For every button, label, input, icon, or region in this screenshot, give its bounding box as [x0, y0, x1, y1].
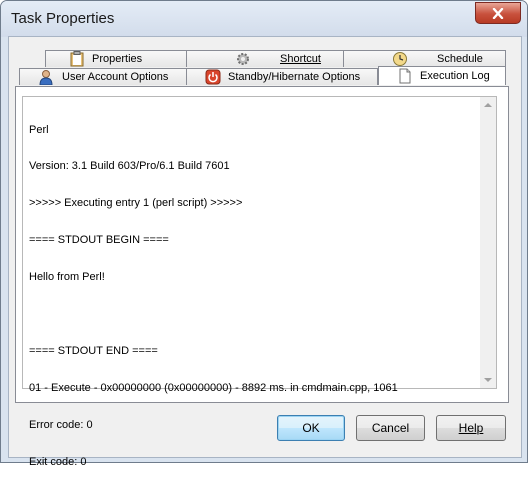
tab-label: User Account Options	[62, 71, 169, 83]
log-line: Exit code: 0	[29, 455, 87, 468]
scroll-up-arrow-icon[interactable]	[484, 103, 492, 107]
scroll-down-arrow-icon[interactable]	[484, 378, 492, 382]
log-line: >>>>> Executing entry 1 (perl script) >>…	[29, 197, 243, 210]
log-line: ==== STDOUT BEGIN ====	[29, 234, 169, 247]
tab-label: Shortcut	[280, 53, 321, 65]
log-line: ==== STDOUT END ====	[29, 344, 158, 357]
tab-shortcut[interactable]: Shortcut	[186, 50, 344, 67]
gear-icon	[237, 53, 249, 65]
clock-icon	[393, 52, 407, 66]
title-bar[interactable]: Task Properties	[1, 1, 527, 37]
tab-properties[interactable]: Properties	[45, 50, 187, 67]
tab-schedule[interactable]: Schedule	[343, 50, 506, 67]
log-line: Hello from Perl!	[29, 271, 105, 284]
window-title: Task Properties	[11, 10, 115, 27]
document-icon	[399, 68, 411, 84]
tab-label: Execution Log	[420, 70, 490, 82]
tab-standby-hibernate-options[interactable]: Standby/Hibernate Options	[186, 68, 378, 85]
log-line: Version: 3.1 Build 603/Pro/6.1 Build 760…	[29, 160, 230, 173]
close-button[interactable]	[475, 2, 521, 24]
tab-label: Properties	[92, 53, 143, 65]
tab-label: Standby/Hibernate Options	[228, 71, 361, 83]
help-button[interactable]: Help	[436, 415, 506, 441]
clipboard-icon	[70, 51, 84, 67]
log-line: 01 - Execute - 0x00000000 (0x00000000) -…	[29, 381, 398, 394]
tab-user-account-options[interactable]: User Account Options	[19, 68, 187, 85]
log-line: Error code: 0	[29, 418, 93, 431]
execution-log-textarea[interactable]: Perl Version: 3.1 Build 603/Pro/6.1 Buil…	[22, 96, 494, 468]
log-text: Perl Version: 3.1 Build 603/Pro/6.1 Buil…	[29, 99, 398, 493]
power-icon	[205, 69, 221, 85]
tab-label: Schedule	[437, 53, 483, 65]
close-icon	[492, 7, 504, 19]
vertical-scrollbar[interactable]	[480, 96, 497, 389]
log-line: Perl	[29, 123, 49, 136]
tab-execution-log[interactable]: Execution Log	[378, 66, 506, 85]
help-button-label: Help	[458, 421, 484, 435]
user-icon	[39, 70, 53, 85]
